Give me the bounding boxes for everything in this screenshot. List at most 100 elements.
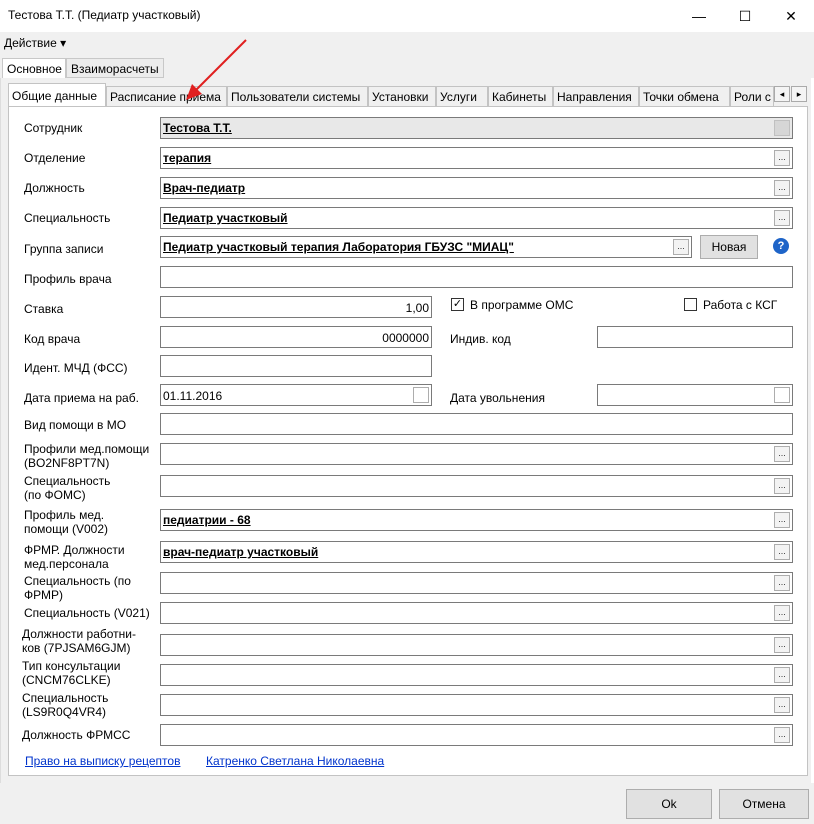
frmss-position-label: Должность ФРМСС — [22, 728, 131, 742]
aid-profiles-label: Профили мед.помощи (BO2NF8PT7N) — [24, 442, 150, 470]
doctor-profile-label: Профиль врача — [24, 272, 112, 286]
worker-positions-label: Должности работни-ков (7PJSAM6GJM) — [22, 627, 136, 655]
specialty-foms-field[interactable]: ... — [160, 475, 793, 497]
frmss-position-field[interactable]: ... — [160, 724, 793, 746]
dismissal-date-label: Дата увольнения — [450, 391, 545, 405]
record-group-value: Педиатр участковый терапия Лаборатория Г… — [163, 240, 514, 254]
specialty-dots-button[interactable]: ... — [774, 210, 790, 226]
individual-code-label: Индив. код — [450, 332, 511, 346]
aid-profiles-field[interactable]: ... — [160, 443, 793, 465]
tab-directions[interactable]: Направления — [553, 86, 639, 106]
annotation-arrow — [186, 39, 247, 100]
oms-checkbox[interactable]: ✓ — [451, 298, 464, 311]
tab-settings[interactable]: Установки — [368, 86, 436, 106]
individual-code-field[interactable] — [597, 326, 793, 348]
frmr-position-field[interactable]: врач-педиатр участковый ... — [160, 541, 793, 563]
frmr-position-dots-button[interactable]: ... — [774, 544, 790, 560]
hire-date-calendar-button[interactable] — [413, 387, 429, 403]
tab-main[interactable]: Основное — [2, 58, 66, 79]
consult-type-label: Тип консультации (CNCM76CLKE) — [22, 659, 121, 687]
consult-type-field[interactable]: ... — [160, 664, 793, 686]
help-icon[interactable]: ? — [773, 238, 789, 254]
mvd-id-label: Идент. МЧД (ФСС) — [24, 361, 128, 375]
record-group-dots-button[interactable]: ... — [673, 239, 689, 255]
position-field[interactable]: Врач-педиатр ... — [160, 177, 793, 199]
tab-cabinets[interactable]: Кабинеты — [488, 86, 553, 106]
employee-field: Тестова Т.Т. — [160, 117, 793, 139]
ok-button[interactable]: Ok — [626, 789, 712, 819]
doctor-code-field[interactable]: 0000000 — [160, 326, 432, 348]
menu-action[interactable]: Действие ▾ — [4, 36, 66, 50]
specialty-ls-label: Специальность (LS9R0Q4VR4) — [22, 691, 109, 719]
dismissal-date-calendar-button[interactable] — [774, 387, 790, 403]
tab-exchange-points[interactable]: Точки обмена — [639, 86, 730, 106]
position-dots-button[interactable]: ... — [774, 180, 790, 196]
ksg-checkbox[interactable] — [684, 298, 697, 311]
specialty-v021-field[interactable]: ... — [160, 602, 793, 624]
tab-scroll-right[interactable]: ▸ — [791, 86, 807, 102]
rate-value: 1,00 — [405, 301, 429, 315]
consult-type-dots-button[interactable]: ... — [774, 667, 790, 683]
specialty-v021-dots-button[interactable]: ... — [774, 605, 790, 621]
close-button[interactable]: ✕ — [768, 0, 814, 32]
aid-profiles-dots-button[interactable]: ... — [774, 446, 790, 462]
aid-type-label: Вид помощи в МО — [24, 418, 127, 432]
aid-type-field[interactable] — [160, 413, 793, 435]
tab-settlements[interactable]: Взаиморасчеты — [66, 58, 164, 78]
department-dots-button[interactable]: ... — [774, 150, 790, 166]
frmr-position-value: врач-педиатр участковый — [163, 545, 319, 559]
new-group-button[interactable]: Новая — [700, 235, 758, 259]
specialty-frmr-dots-button[interactable]: ... — [774, 575, 790, 591]
specialty-frmr-label: Специальность (по ФРМР) — [24, 574, 131, 602]
rate-label: Ставка — [24, 302, 64, 316]
worker-positions-field[interactable]: ... — [160, 634, 793, 656]
worker-positions-dots-button[interactable]: ... — [774, 637, 790, 653]
position-label: Должность — [24, 181, 85, 195]
position-value: Врач-педиатр — [163, 181, 246, 195]
aid-profile-v002-dots-button[interactable]: ... — [774, 512, 790, 528]
doctor-code-label: Код врача — [24, 332, 81, 346]
aid-profile-v002-value: педиатрии - 68 — [163, 513, 251, 527]
doctor-profile-field[interactable] — [160, 266, 793, 288]
record-group-label: Группа записи — [24, 242, 104, 256]
specialty-foms-dots-button[interactable]: ... — [774, 478, 790, 494]
specialty-field[interactable]: Педиатр участковый ... — [160, 207, 793, 229]
check-icon: ✓ — [452, 298, 463, 310]
specialty-value: Педиатр участковый — [163, 211, 288, 225]
tab-general-data[interactable]: Общие данные — [8, 83, 106, 107]
employee-dots-button — [774, 120, 790, 136]
hire-date-label: Дата приема на раб. — [24, 391, 139, 405]
hire-date-field[interactable]: 01.11.2016 — [160, 384, 432, 406]
person-link[interactable]: Катренко Светлана Николаевна — [206, 754, 384, 768]
record-group-field[interactable]: Педиатр участковый терапия Лаборатория Г… — [160, 236, 692, 258]
maximize-button[interactable]: ☐ — [722, 0, 768, 32]
specialty-ls-dots-button[interactable]: ... — [774, 697, 790, 713]
tab-roles[interactable]: Роли с — [730, 86, 774, 106]
minimize-icon: — — [692, 8, 706, 24]
menu-bar — [0, 32, 814, 54]
department-field[interactable]: терапия ... — [160, 147, 793, 169]
tab-scroll-left[interactable]: ◂ — [774, 86, 790, 102]
oms-label: В программе ОМС — [470, 298, 574, 312]
mvd-id-field[interactable] — [160, 355, 432, 377]
close-icon: ✕ — [785, 7, 797, 24]
aid-profile-v002-field[interactable]: педиатрии - 68 ... — [160, 509, 793, 531]
employee-label: Сотрудник — [24, 121, 83, 135]
prescription-rights-link[interactable]: Право на выписку рецептов — [25, 754, 180, 768]
cancel-button[interactable]: Отмена — [719, 789, 809, 819]
specialty-label: Специальность — [24, 211, 111, 225]
specialty-ls-field[interactable]: ... — [160, 694, 793, 716]
minimize-button[interactable]: — — [676, 0, 722, 32]
doctor-code-value: 0000000 — [382, 331, 429, 345]
department-label: Отделение — [24, 151, 86, 165]
dismissal-date-field[interactable] — [597, 384, 793, 406]
window-title: Тестова Т.Т. (Педиатр участковый) — [8, 8, 201, 22]
specialty-v021-label: Специальность (V021) — [24, 606, 150, 620]
ksg-label: Работа с КСГ — [703, 298, 778, 312]
tab-services[interactable]: Услуги — [436, 86, 488, 106]
frmr-position-label: ФРМР. Должности мед.персонала — [24, 543, 125, 571]
maximize-icon: ☐ — [738, 7, 752, 24]
specialty-frmr-field[interactable]: ... — [160, 572, 793, 594]
frmss-position-dots-button[interactable]: ... — [774, 727, 790, 743]
rate-field[interactable]: 1,00 — [160, 296, 432, 318]
